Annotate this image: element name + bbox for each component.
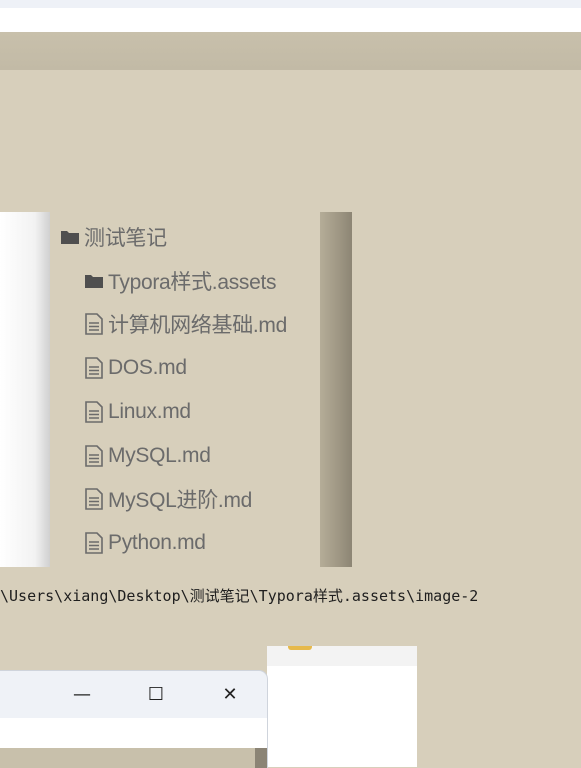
tree-item-label: 测试笔记 xyxy=(84,227,167,250)
tree-item-label: MySQL进阶.md xyxy=(108,489,253,512)
maximize-button[interactable]: ☐ xyxy=(128,671,184,717)
image-path-text: \Users\xiang\Desktop\测试笔记\Typora样式.asset… xyxy=(0,587,479,605)
folder-icon xyxy=(84,273,104,289)
embedded-editor-pane xyxy=(0,212,50,567)
tree-item-label: Python.md xyxy=(108,531,206,554)
top-strip xyxy=(0,0,581,8)
folder-icon xyxy=(60,229,80,245)
dialog-window: — ☐ ✕ xyxy=(0,670,268,768)
close-button[interactable]: ✕ xyxy=(202,671,258,717)
toolbar-band xyxy=(0,8,581,32)
file-icon xyxy=(84,532,104,554)
tree-item-label: DOS.md xyxy=(108,356,187,379)
embedded-scrollbar xyxy=(320,212,352,567)
file-icon xyxy=(84,313,104,335)
tree-item-file[interactable]: DOS.md xyxy=(84,353,187,383)
tree-item-file[interactable]: MySQL进阶.md xyxy=(84,484,252,514)
file-icon xyxy=(84,445,104,467)
close-icon: ✕ xyxy=(222,683,238,705)
window-inner-scrollbar xyxy=(255,748,267,768)
embedded-file-tree: 测试笔记 Typora样式.assets 计算机网络基础.md DOS.md L… xyxy=(50,212,320,567)
tree-item-file[interactable]: Linux.md xyxy=(84,397,191,427)
tree-item-label: 计算机网络基础.md xyxy=(108,314,288,337)
minimize-button[interactable]: — xyxy=(54,671,110,717)
tree-item-folder-assets[interactable]: Typora样式.assets xyxy=(84,266,277,296)
file-icon xyxy=(84,401,104,423)
folder-tab-icon xyxy=(288,646,312,650)
file-icon xyxy=(84,357,104,379)
tree-item-label: MySQL.md xyxy=(108,444,211,467)
tree-item-file[interactable]: Python.md xyxy=(84,528,206,558)
window-content xyxy=(0,718,267,748)
tree-item-label: Linux.md xyxy=(108,400,191,423)
file-icon xyxy=(84,488,104,510)
minimize-icon: — xyxy=(73,683,91,705)
tree-item-label: Typora样式.assets xyxy=(108,271,277,294)
header-bar xyxy=(0,32,581,70)
tree-item-file[interactable]: 计算机网络基础.md xyxy=(84,309,287,339)
window-inner-panel xyxy=(0,748,255,768)
tree-item-file[interactable]: MySQL.md xyxy=(84,441,211,471)
tree-item-folder-root[interactable]: 测试笔记 xyxy=(60,222,167,252)
maximize-icon: ☐ xyxy=(147,683,165,705)
